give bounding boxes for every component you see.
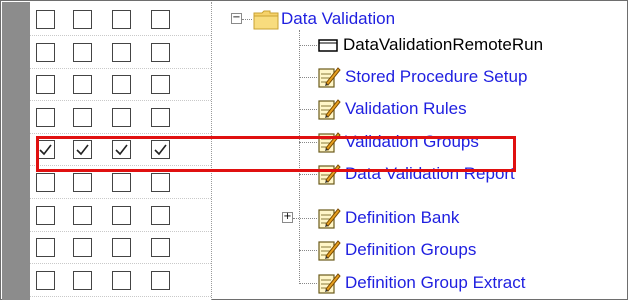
checkbox-row	[30, 232, 211, 264]
checkbox[interactable]	[112, 238, 131, 257]
edit-note-icon	[318, 164, 341, 185]
tree-connector	[299, 109, 317, 110]
panel-frame: − Data Validation DataValidationRemoteRu…	[0, 0, 628, 300]
checkbox[interactable]	[36, 108, 55, 127]
checkbox[interactable]	[151, 43, 170, 62]
edit-note-icon	[318, 240, 341, 261]
checkbox[interactable]	[36, 238, 55, 257]
tree-connector	[299, 142, 317, 143]
checkbox[interactable]	[151, 108, 170, 127]
checkbox-checked[interactable]	[73, 140, 92, 159]
tree-connector	[299, 174, 317, 175]
tree-item-stored-procedure-setup[interactable]: Stored Procedure Setup	[317, 65, 527, 89]
tree-item-definition-group-extract[interactable]: Definition Group Extract	[317, 271, 525, 295]
checkbox-row	[30, 200, 211, 232]
checkbox[interactable]	[36, 10, 55, 29]
checkbox[interactable]	[36, 173, 55, 192]
tree-item-label: DataValidationRemoteRun	[343, 35, 544, 54]
tree-item-datavalidationremoterun[interactable]: DataValidationRemoteRun	[317, 33, 543, 57]
tree-item-validation-groups[interactable]: Validation Groups	[317, 130, 479, 154]
expand-toggle[interactable]: +	[282, 212, 293, 223]
edit-note-icon	[318, 99, 341, 120]
checkbox-row	[30, 37, 211, 69]
checkbox-grid	[30, 2, 212, 300]
tree-connector	[299, 45, 317, 46]
shortcut-icon	[318, 39, 338, 52]
edit-note-icon	[318, 208, 341, 229]
tree-connector	[242, 19, 252, 20]
checkbox[interactable]	[151, 173, 170, 192]
checkbox-row	[30, 134, 211, 166]
tree-connector	[299, 30, 300, 284]
checkbox[interactable]	[151, 271, 170, 290]
tree-connector	[293, 218, 317, 219]
checkbox-checked[interactable]	[151, 140, 170, 159]
checkbox-row	[30, 265, 211, 297]
tree-node-root-label: Data Validation	[281, 9, 396, 28]
tree-item-label: Definition Group Extract	[345, 273, 526, 292]
checkbox-row	[30, 102, 211, 134]
checkbox[interactable]	[36, 271, 55, 290]
checkbox[interactable]	[73, 75, 92, 94]
checkmark-icon	[154, 144, 167, 156]
checkbox-checked[interactable]	[36, 140, 55, 159]
tree-item-definition-bank[interactable]: Definition Bank	[317, 206, 459, 230]
checkbox[interactable]	[151, 206, 170, 225]
checkbox[interactable]	[36, 75, 55, 94]
tree-item-data-validation-report[interactable]: Data Validation Report	[317, 162, 515, 186]
collapse-toggle[interactable]: −	[231, 13, 242, 24]
row-header-strip	[2, 2, 30, 300]
checkbox[interactable]	[73, 206, 92, 225]
tree-node-root[interactable]: Data Validation	[253, 7, 395, 31]
edit-note-icon	[318, 273, 341, 294]
checkbox[interactable]	[73, 238, 92, 257]
checkbox[interactable]	[36, 206, 55, 225]
checkbox-row	[30, 69, 211, 101]
tree-item-label: Definition Bank	[345, 208, 460, 227]
tree-item-label: Validation Rules	[345, 99, 467, 118]
checkbox[interactable]	[73, 173, 92, 192]
tree-item-label: Data Validation Report	[345, 164, 515, 183]
tree-item-label: Definition Groups	[345, 240, 477, 259]
checkbox-row	[30, 4, 211, 36]
folder-icon	[253, 10, 279, 30]
edit-note-icon	[318, 132, 341, 153]
checkbox[interactable]	[112, 43, 131, 62]
checkmark-icon	[115, 144, 128, 156]
checkbox-row	[30, 167, 211, 199]
checkbox[interactable]	[112, 173, 131, 192]
checkbox[interactable]	[112, 75, 131, 94]
checkbox[interactable]	[73, 10, 92, 29]
tree-connector	[299, 77, 317, 78]
checkmark-icon	[76, 144, 89, 156]
checkbox[interactable]	[151, 75, 170, 94]
tree-connector	[299, 283, 317, 284]
checkbox[interactable]	[36, 43, 55, 62]
checkbox-checked[interactable]	[112, 140, 131, 159]
checkbox[interactable]	[73, 108, 92, 127]
checkmark-icon	[39, 144, 52, 156]
checkbox[interactable]	[151, 238, 170, 257]
tree-connector	[299, 250, 317, 251]
checkbox[interactable]	[73, 271, 92, 290]
tree-item-validation-rules[interactable]: Validation Rules	[317, 97, 467, 121]
navigation-tree: − Data Validation DataValidationRemoteRu…	[213, 2, 628, 300]
checkbox[interactable]	[73, 43, 92, 62]
checkbox[interactable]	[112, 108, 131, 127]
tree-item-label: Validation Groups	[345, 132, 479, 151]
checkbox[interactable]	[112, 271, 131, 290]
tree-item-definition-groups[interactable]: Definition Groups	[317, 238, 476, 262]
tree-item-label: Stored Procedure Setup	[345, 67, 528, 86]
checkbox[interactable]	[151, 10, 170, 29]
checkbox[interactable]	[112, 10, 131, 29]
checkbox[interactable]	[112, 206, 131, 225]
edit-note-icon	[318, 67, 341, 88]
